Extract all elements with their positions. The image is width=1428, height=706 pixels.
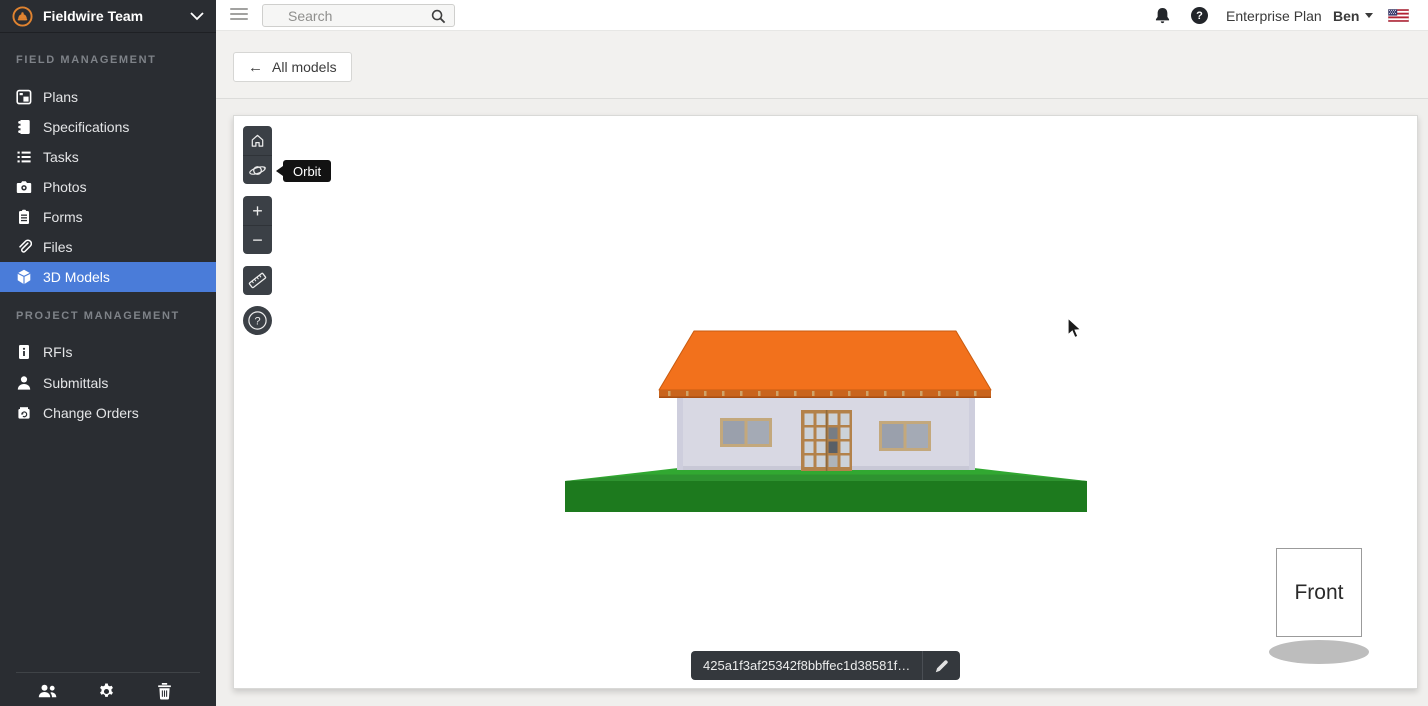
svg-text:?: ?: [254, 316, 260, 328]
app-root: Fieldwire Team FIELD MANAGEMENT Plans Sp…: [0, 0, 1428, 706]
cube-icon: [15, 269, 32, 286]
help-icon: ?: [1191, 7, 1208, 24]
roof: [659, 331, 991, 398]
section-project-management: PROJECT MANAGEMENT: [16, 310, 180, 322]
mouse-cursor: [1066, 317, 1084, 341]
sidebar-item-3d-models[interactable]: 3D Models: [0, 262, 216, 292]
hamburger-menu-icon[interactable]: [230, 8, 248, 22]
viewer-help-group: ?: [243, 306, 272, 335]
view-cube-shadow: [1269, 640, 1369, 664]
sidebar-item-label: Photos: [43, 179, 87, 195]
sidebar-item-label: 3D Models: [43, 269, 110, 285]
minus-icon: −: [252, 231, 263, 249]
tooltip-arrow: [276, 166, 283, 176]
specifications-icon: [15, 119, 32, 136]
left-window: [720, 418, 772, 447]
model-id-text: 425a1f3af25342f8bbffec1d38581f…: [691, 658, 922, 673]
front-door: [801, 410, 852, 471]
viewer-zoom-group: + −: [243, 196, 272, 254]
lawn-bevel: [565, 475, 1087, 482]
orbit-tool-button[interactable]: [243, 155, 272, 184]
settings-button[interactable]: [95, 681, 117, 701]
tasks-icon: [15, 149, 32, 166]
wall-right-shade: [969, 397, 975, 470]
view-cube-front[interactable]: Front: [1276, 548, 1362, 637]
sidebar-item-label: Files: [43, 239, 73, 255]
measure-button[interactable]: [243, 266, 272, 295]
viewer-help-button[interactable]: ?: [243, 306, 272, 335]
orbit-icon: [248, 161, 267, 180]
sidebar-item-label: Plans: [43, 89, 78, 105]
sidebar-item-forms[interactable]: Forms: [0, 202, 216, 232]
plans-icon: [15, 89, 32, 106]
forms-icon: [15, 209, 32, 226]
zoom-in-button[interactable]: +: [243, 196, 272, 225]
notifications-button[interactable]: [1154, 0, 1171, 31]
sidebar-item-submittals[interactable]: Submittals: [0, 368, 216, 398]
rename-model-button[interactable]: [923, 651, 960, 680]
zoom-out-button[interactable]: −: [243, 225, 272, 254]
pencil-icon: [935, 659, 949, 673]
sidebar: Fieldwire Team FIELD MANAGEMENT Plans Sp…: [0, 0, 216, 706]
us-flag-icon: [1388, 9, 1409, 22]
right-window: [879, 421, 931, 451]
secondary-toolbar: ← All models: [216, 31, 1428, 99]
caret-down-icon: [1365, 13, 1373, 18]
sidebar-item-label: Submittals: [43, 375, 108, 391]
viewer-nav-group: [243, 126, 272, 184]
section-field-management: FIELD MANAGEMENT: [16, 54, 156, 66]
sidebar-item-label: Change Orders: [43, 405, 139, 421]
help-button[interactable]: ?: [1191, 0, 1208, 31]
sidebar-item-label: RFIs: [43, 344, 73, 360]
gear-icon: [98, 683, 115, 700]
user-menu[interactable]: Ben: [1333, 0, 1373, 31]
lawn-front: [565, 481, 1087, 512]
sidebar-item-files[interactable]: Files: [0, 232, 216, 262]
model-id-badge: 425a1f3af25342f8bbffec1d38581f…: [691, 651, 960, 680]
house-3d-model[interactable]: [540, 325, 1100, 525]
home-icon: [249, 132, 266, 149]
search-input[interactable]: [263, 5, 454, 26]
files-icon: [15, 239, 32, 256]
top-bar: ? Enterprise Plan Ben: [216, 0, 1428, 31]
ruler-icon: [248, 271, 267, 290]
search-box: [262, 4, 455, 27]
question-circle-icon: ?: [247, 310, 268, 331]
plan-badge[interactable]: Enterprise Plan: [1226, 0, 1322, 31]
orbit-tooltip: Orbit: [283, 160, 331, 182]
sidebar-item-label: Specifications: [43, 119, 129, 135]
back-arrow-icon: ←: [248, 59, 263, 76]
sidebar-item-tasks[interactable]: Tasks: [0, 142, 216, 172]
team-switcher[interactable]: Fieldwire Team: [0, 0, 216, 33]
plus-icon: +: [252, 202, 263, 220]
sidebar-divider: [16, 672, 200, 673]
fieldwire-logo-icon: [12, 6, 33, 27]
photos-icon: [15, 179, 32, 196]
bell-icon: [1154, 7, 1171, 25]
person-icon: [15, 375, 32, 392]
sidebar-item-plans[interactable]: Plans: [0, 82, 216, 112]
language-selector[interactable]: [1388, 0, 1409, 31]
sidebar-item-label: Forms: [43, 209, 83, 225]
chevron-down-icon: [190, 12, 204, 21]
search-icon: [431, 9, 446, 24]
back-to-all-models-button[interactable]: ← All models: [233, 52, 352, 82]
people-button[interactable]: [37, 681, 59, 701]
wall-left-shade: [677, 397, 683, 470]
sidebar-item-label: Tasks: [43, 149, 79, 165]
home-view-button[interactable]: [243, 126, 272, 155]
user-name: Ben: [1333, 8, 1359, 24]
team-name: Fieldwire Team: [43, 8, 190, 24]
trash-button[interactable]: [153, 681, 175, 701]
sidebar-item-specifications[interactable]: Specifications: [0, 112, 216, 142]
viewer-measure-group: [243, 266, 272, 295]
sidebar-item-rfis[interactable]: RFIs: [0, 337, 216, 367]
trash-icon: [157, 683, 172, 700]
sidebar-item-photos[interactable]: Photos: [0, 172, 216, 202]
rfi-document-icon: [15, 344, 32, 361]
people-icon: [38, 684, 58, 698]
change-orders-icon: [15, 405, 32, 422]
back-button-label: All models: [272, 59, 337, 75]
sidebar-item-change-orders[interactable]: Change Orders: [0, 398, 216, 428]
